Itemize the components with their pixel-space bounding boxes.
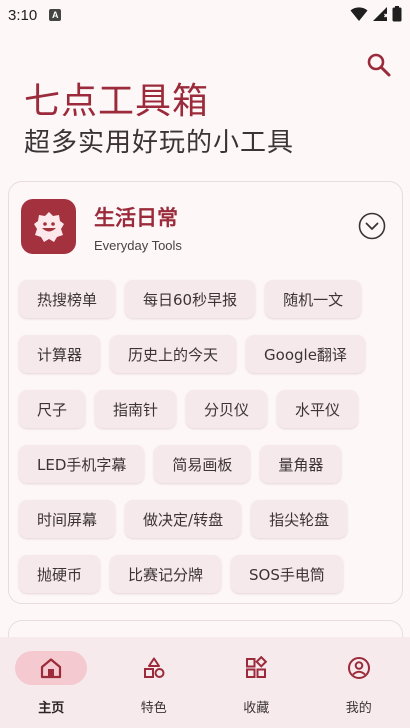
tool-chip[interactable]: 抛硬币 xyxy=(19,555,101,593)
nav-indicator xyxy=(323,651,395,685)
tool-chip[interactable]: 计算器 xyxy=(19,335,101,373)
tool-chip[interactable]: 水平仪 xyxy=(277,390,359,428)
tool-chip[interactable]: Google翻译 xyxy=(246,335,365,373)
chip-row: 尺子 指南针 分贝仪 水平仪 xyxy=(19,390,392,428)
category-card-everyday: 生活日常 Everyday Tools 热搜榜单 每日60秒早报 随机一文 计算… xyxy=(8,181,403,604)
tool-chip[interactable]: 尺子 xyxy=(19,390,86,428)
tool-chip[interactable]: 每日60秒早报 xyxy=(125,280,256,318)
notification-icon: A xyxy=(49,9,62,21)
tool-chip[interactable]: 指尖轮盘 xyxy=(251,500,348,538)
tool-chip[interactable]: 指南针 xyxy=(95,390,177,428)
nav-label: 主页 xyxy=(38,701,65,716)
tool-chip[interactable]: 做决定/转盘 xyxy=(125,500,242,538)
search-icon xyxy=(367,53,391,77)
category-title: 生活日常 xyxy=(94,206,178,230)
nav-label: 特色 xyxy=(140,701,167,716)
account-icon xyxy=(347,657,370,679)
signal-icon xyxy=(373,7,388,21)
status-icons xyxy=(350,6,402,22)
tool-chip[interactable]: SOS手电筒 xyxy=(231,555,343,593)
shapes-icon xyxy=(143,657,165,678)
tool-chip[interactable]: 时间屏幕 xyxy=(19,500,116,538)
chip-row: LED手机字幕 简易画板 量角器 xyxy=(19,445,392,483)
chevron-down-circle-icon xyxy=(358,212,386,240)
status-time: 3:10 xyxy=(8,6,38,24)
tool-chip-list: 热搜榜单 每日60秒早报 随机一文 计算器 历史上的今天 Google翻译 尺子… xyxy=(19,280,392,610)
nav-item-home[interactable]: 主页 xyxy=(0,637,103,728)
widgets-icon xyxy=(246,656,268,678)
nav-indicator xyxy=(220,651,292,685)
nav-label: 收藏 xyxy=(243,701,270,716)
battery-icon xyxy=(392,6,402,22)
tool-chip[interactable]: 分贝仪 xyxy=(186,390,268,428)
tool-chip[interactable]: 热搜榜单 xyxy=(19,280,116,318)
expand-button[interactable] xyxy=(358,212,386,240)
bottom-navigation: 主页 特色 收藏 我的 xyxy=(0,637,410,728)
page-subtitle: 超多实用好玩的小工具 xyxy=(24,128,295,158)
nav-item-profile[interactable]: 我的 xyxy=(308,637,410,728)
nav-indicator xyxy=(118,651,190,685)
status-bar: 3:10 A xyxy=(0,0,410,30)
chip-row: 时间屏幕 做决定/转盘 指尖轮盘 xyxy=(19,500,392,538)
category-subtitle: Everyday Tools xyxy=(94,238,182,253)
category-icon xyxy=(21,199,76,254)
tool-chip[interactable]: 简易画板 xyxy=(154,445,251,483)
home-icon xyxy=(41,658,62,679)
nav-item-favorites[interactable]: 收藏 xyxy=(205,637,308,728)
chip-row: 热搜榜单 每日60秒早报 随机一文 xyxy=(19,280,392,318)
nav-indicator xyxy=(15,651,88,685)
tool-chip[interactable]: 随机一文 xyxy=(265,280,362,318)
tool-chip[interactable]: 比赛记分牌 xyxy=(110,555,222,593)
page-title: 七点工具箱 xyxy=(24,81,210,122)
nav-label: 我的 xyxy=(345,701,372,716)
nav-item-featured[interactable]: 特色 xyxy=(103,637,206,728)
tool-chip[interactable]: 量角器 xyxy=(260,445,342,483)
tool-chip[interactable]: 历史上的今天 xyxy=(110,335,237,373)
wifi-icon xyxy=(350,7,368,21)
chip-row: 计算器 历史上的今天 Google翻译 xyxy=(19,335,392,373)
sun-badge-icon xyxy=(33,211,64,242)
chip-row: 抛硬币 比赛记分牌 SOS手电筒 xyxy=(19,555,392,593)
search-button[interactable] xyxy=(366,52,392,78)
tool-chip[interactable]: LED手机字幕 xyxy=(19,445,145,483)
